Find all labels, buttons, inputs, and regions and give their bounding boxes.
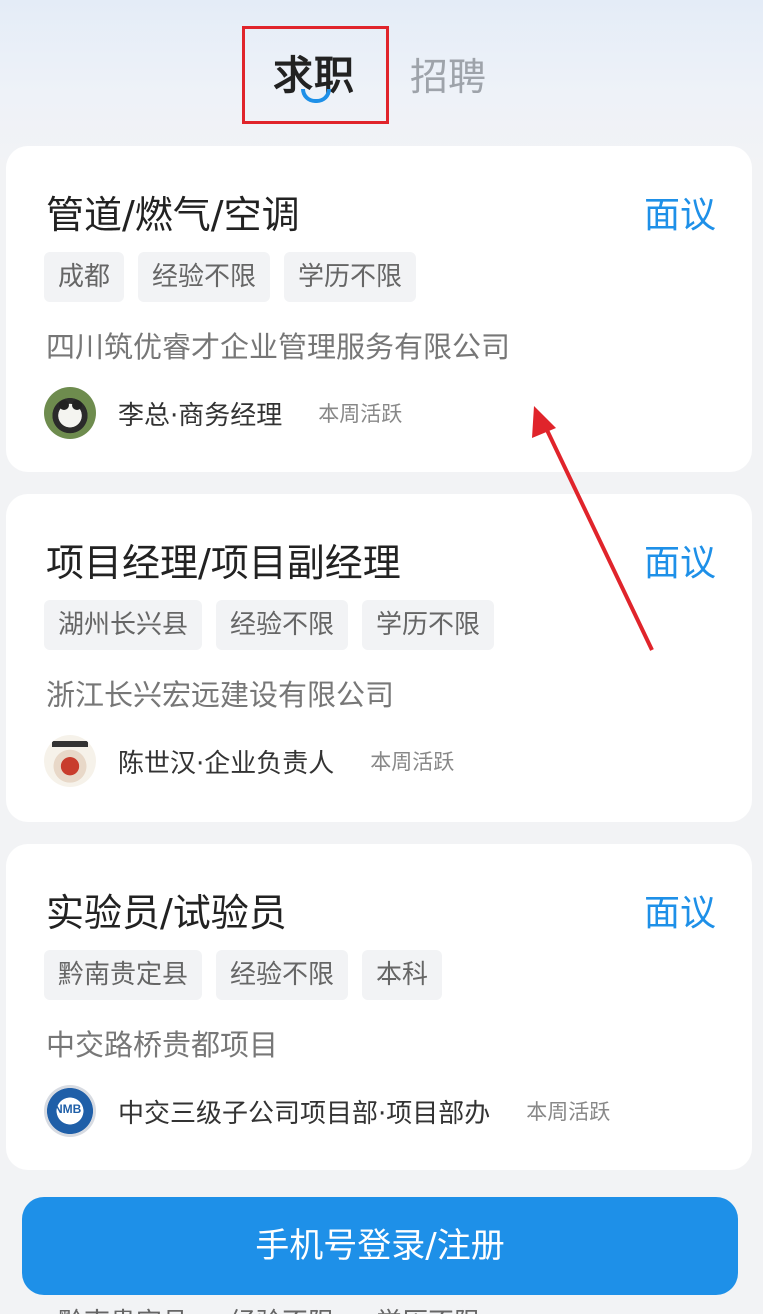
recruiter-name: 陈世汉·企业负责人 — [118, 748, 335, 779]
location-tag: 湖州长兴县 — [44, 600, 203, 650]
location-tag: 黔南贵定县 — [44, 1298, 203, 1314]
job-title: 实验员/试验员 — [46, 891, 287, 935]
activity-status: 本周活跃 — [318, 402, 403, 426]
experience-tag: 经验不限 — [216, 950, 349, 1000]
phone-login-register-button[interactable]: 手机号登录/注册 — [22, 1197, 738, 1295]
job-tags: 黔南贵定县 经验不限 本科 — [44, 950, 443, 1000]
job-title: 管道/燃气/空调 — [46, 193, 300, 237]
salary: 面议 — [643, 543, 716, 584]
experience-tag: 经验不限 — [216, 1298, 349, 1314]
education-tag: 学历不限 — [362, 600, 495, 650]
education-tag: 学历不限 — [362, 1298, 495, 1314]
job-card[interactable]: 项目经理/项目副经理 面议 湖州长兴县 经验不限 学历不限 浙江长兴宏远建设有限… — [6, 494, 752, 822]
tab-bar: 求职 招聘 — [0, 0, 763, 130]
job-tags: 湖州长兴县 经验不限 学历不限 — [44, 600, 495, 650]
recruiter-name: 李总·商务经理 — [118, 400, 283, 431]
job-card[interactable]: 管道/燃气/空调 面议 成都 经验不限 学历不限 四川筑优睿才企业管理服务有限公… — [6, 146, 752, 472]
salary: 面议 — [643, 893, 716, 934]
activity-status: 本周活跃 — [526, 1100, 611, 1124]
location-tag: 黔南贵定县 — [44, 950, 203, 1000]
job-card[interactable]: 实验员/试验员 面议 黔南贵定县 经验不限 本科 中交路桥贵都项目 NMB 中交… — [6, 844, 752, 1170]
education-tag: 学历不限 — [284, 252, 417, 302]
next-card-tags-peek: 黔南贵定县 经验不限 学历不限 — [44, 1298, 495, 1314]
activity-status: 本周活跃 — [370, 750, 455, 774]
logo-avatar: NMB — [44, 1085, 96, 1137]
recruiter-name: 中交三级子公司项目部·项目部办 — [118, 1098, 491, 1129]
company-name: 四川筑优睿才企业管理服务有限公司 — [46, 330, 511, 364]
logo-avatar-text: NMB — [54, 1102, 82, 1116]
panda-avatar — [44, 387, 96, 439]
experience-tag: 经验不限 — [216, 600, 349, 650]
figure-avatar — [44, 735, 96, 787]
salary: 面议 — [643, 195, 716, 236]
location-tag: 成都 — [44, 252, 125, 302]
recruiter-info: 李总·商务经理 本周活跃 — [44, 386, 402, 440]
tab-job-seeking[interactable]: 求职 — [242, 26, 389, 124]
recruiter-info: 陈世汉·企业负责人 本周活跃 — [44, 734, 454, 788]
company-name: 中交路桥贵都项目 — [46, 1028, 279, 1062]
company-name: 浙江长兴宏远建设有限公司 — [46, 678, 395, 712]
job-title: 项目经理/项目副经理 — [46, 541, 401, 585]
tab-recruiting[interactable]: 招聘 — [410, 46, 486, 101]
recruiter-info: NMB 中交三级子公司项目部·项目部办 本周活跃 — [44, 1084, 610, 1138]
job-tags: 成都 经验不限 学历不限 — [44, 252, 417, 302]
experience-tag: 经验不限 — [138, 252, 271, 302]
education-tag: 本科 — [362, 950, 443, 1000]
